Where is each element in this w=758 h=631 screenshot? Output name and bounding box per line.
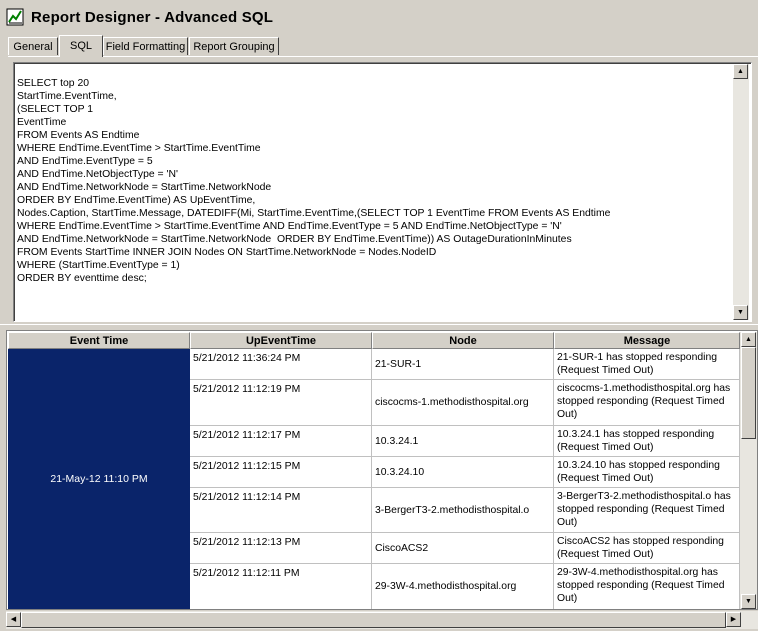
sql-query-text[interactable]: SELECT top 20 StartTime.EventTime, (SELE… <box>17 77 729 285</box>
table-row[interactable]: 5/21/2012 11:36:24 PM 21-SUR-1 21-SUR-1 … <box>190 349 740 380</box>
tab-divider <box>8 56 758 57</box>
vertical-scroll-thumb[interactable] <box>741 347 756 439</box>
node-cell: 3-BergerT3-2.methodisthospital.o <box>372 488 554 532</box>
up-event-time-cell: 5/21/2012 11:12:13 PM <box>190 533 372 563</box>
tab-strip: General SQL Field Formatting Report Grou… <box>8 35 758 57</box>
event-time-value: 21-May-12 11:10 PM <box>50 473 148 485</box>
node-cell: 10.3.24.1 <box>372 426 554 456</box>
node-value: 10.3.24.1 <box>375 435 419 447</box>
table-row[interactable]: 5/21/2012 11:12:19 PM ciscocms-1.methodi… <box>190 380 740 426</box>
sql-scrollbar[interactable]: ▲ ▼ <box>733 64 749 320</box>
message-cell: 29-3W-4.methodisthospital.org has stoppe… <box>554 564 740 609</box>
up-event-time-cell: 5/21/2012 11:12:19 PM <box>190 380 372 425</box>
horizontal-scroll-thumb[interactable] <box>21 612 726 628</box>
column-header-event-time[interactable]: Event Time <box>8 332 190 349</box>
message-cell: ciscocms-1.methodisthospital.org has sto… <box>554 380 740 425</box>
up-event-time-cell: 5/21/2012 11:12:14 PM <box>190 488 372 532</box>
scroll-down-arrow-icon[interactable]: ▼ <box>733 305 748 320</box>
node-value: 10.3.24.10 <box>375 466 425 478</box>
up-event-time-cell: 5/21/2012 11:12:11 PM <box>190 564 372 609</box>
message-cell: CiscoACS2 has stopped responding (Reques… <box>554 533 740 563</box>
node-value: 3-BergerT3-2.methodisthospital.o <box>375 504 530 516</box>
event-time-cell[interactable]: 21-May-12 11:10 PM <box>8 349 190 609</box>
column-header-up-event-time[interactable]: UpEventTime <box>190 332 372 349</box>
window-title: Report Designer - Advanced SQL <box>31 9 274 26</box>
up-event-time-cell: 5/21/2012 11:12:17 PM <box>190 426 372 456</box>
sql-editor[interactable]: SELECT top 20 StartTime.EventTime, (SELE… <box>13 62 752 322</box>
table-row[interactable]: 5/21/2012 11:12:13 PM CiscoACS2 CiscoACS… <box>190 533 740 564</box>
up-event-time-cell: 5/21/2012 11:36:24 PM <box>190 349 372 379</box>
scroll-up-arrow-icon[interactable]: ▲ <box>741 332 756 347</box>
table-row[interactable]: 5/21/2012 11:12:14 PM 3-BergerT3-2.metho… <box>190 488 740 533</box>
scroll-down-arrow-icon[interactable]: ▼ <box>741 594 756 609</box>
tab-general[interactable]: General <box>8 37 58 55</box>
node-cell: 10.3.24.10 <box>372 457 554 487</box>
tab-field-formatting[interactable]: Field Formatting <box>103 37 188 55</box>
grid-vertical-scrollbar[interactable]: ▲ ▼ <box>740 332 757 609</box>
message-cell: 10.3.24.10 has stopped responding (Reque… <box>554 457 740 487</box>
node-value: ciscocms-1.methodisthospital.org <box>375 397 529 408</box>
node-value: 21-SUR-1 <box>375 358 422 370</box>
title-bar: Report Designer - Advanced SQL <box>0 0 758 34</box>
message-cell: 3-BergerT3-2.methodisthospital.o has sto… <box>554 488 740 532</box>
results-grid: Event Time UpEventTime Node Message 21-M… <box>6 330 758 610</box>
scroll-up-arrow-icon[interactable]: ▲ <box>733 64 748 79</box>
node-cell: 21-SUR-1 <box>372 349 554 379</box>
node-cell: ciscocms-1.methodisthospital.org <box>372 380 554 425</box>
node-value: CiscoACS2 <box>375 542 429 554</box>
column-header-message[interactable]: Message <box>554 332 740 349</box>
column-header-node[interactable]: Node <box>372 332 554 349</box>
table-row[interactable]: 5/21/2012 11:12:11 PM 29-3W-4.methodisth… <box>190 564 740 609</box>
scroll-right-arrow-icon[interactable]: ▶ <box>726 612 741 627</box>
scroll-left-arrow-icon[interactable]: ◀ <box>6 612 21 627</box>
tab-sql[interactable]: SQL <box>59 35 103 57</box>
node-cell: CiscoACS2 <box>372 533 554 563</box>
node-cell: 29-3W-4.methodisthospital.org <box>372 564 554 609</box>
report-designer-icon <box>6 8 24 26</box>
grid-horizontal-scrollbar[interactable]: ◀ ▶ <box>6 611 758 629</box>
message-cell: 10.3.24.1 has stopped responding (Reques… <box>554 426 740 456</box>
tab-report-grouping[interactable]: Report Grouping <box>189 37 279 55</box>
up-event-time-cell: 5/21/2012 11:12:15 PM <box>190 457 372 487</box>
table-row[interactable]: 5/21/2012 11:12:15 PM 10.3.24.10 10.3.24… <box>190 457 740 488</box>
table-row[interactable]: 5/21/2012 11:12:17 PM 10.3.24.1 10.3.24.… <box>190 426 740 457</box>
node-value: 29-3W-4.methodisthospital.org <box>375 581 517 592</box>
message-cell: 21-SUR-1 has stopped responding (Request… <box>554 349 740 379</box>
